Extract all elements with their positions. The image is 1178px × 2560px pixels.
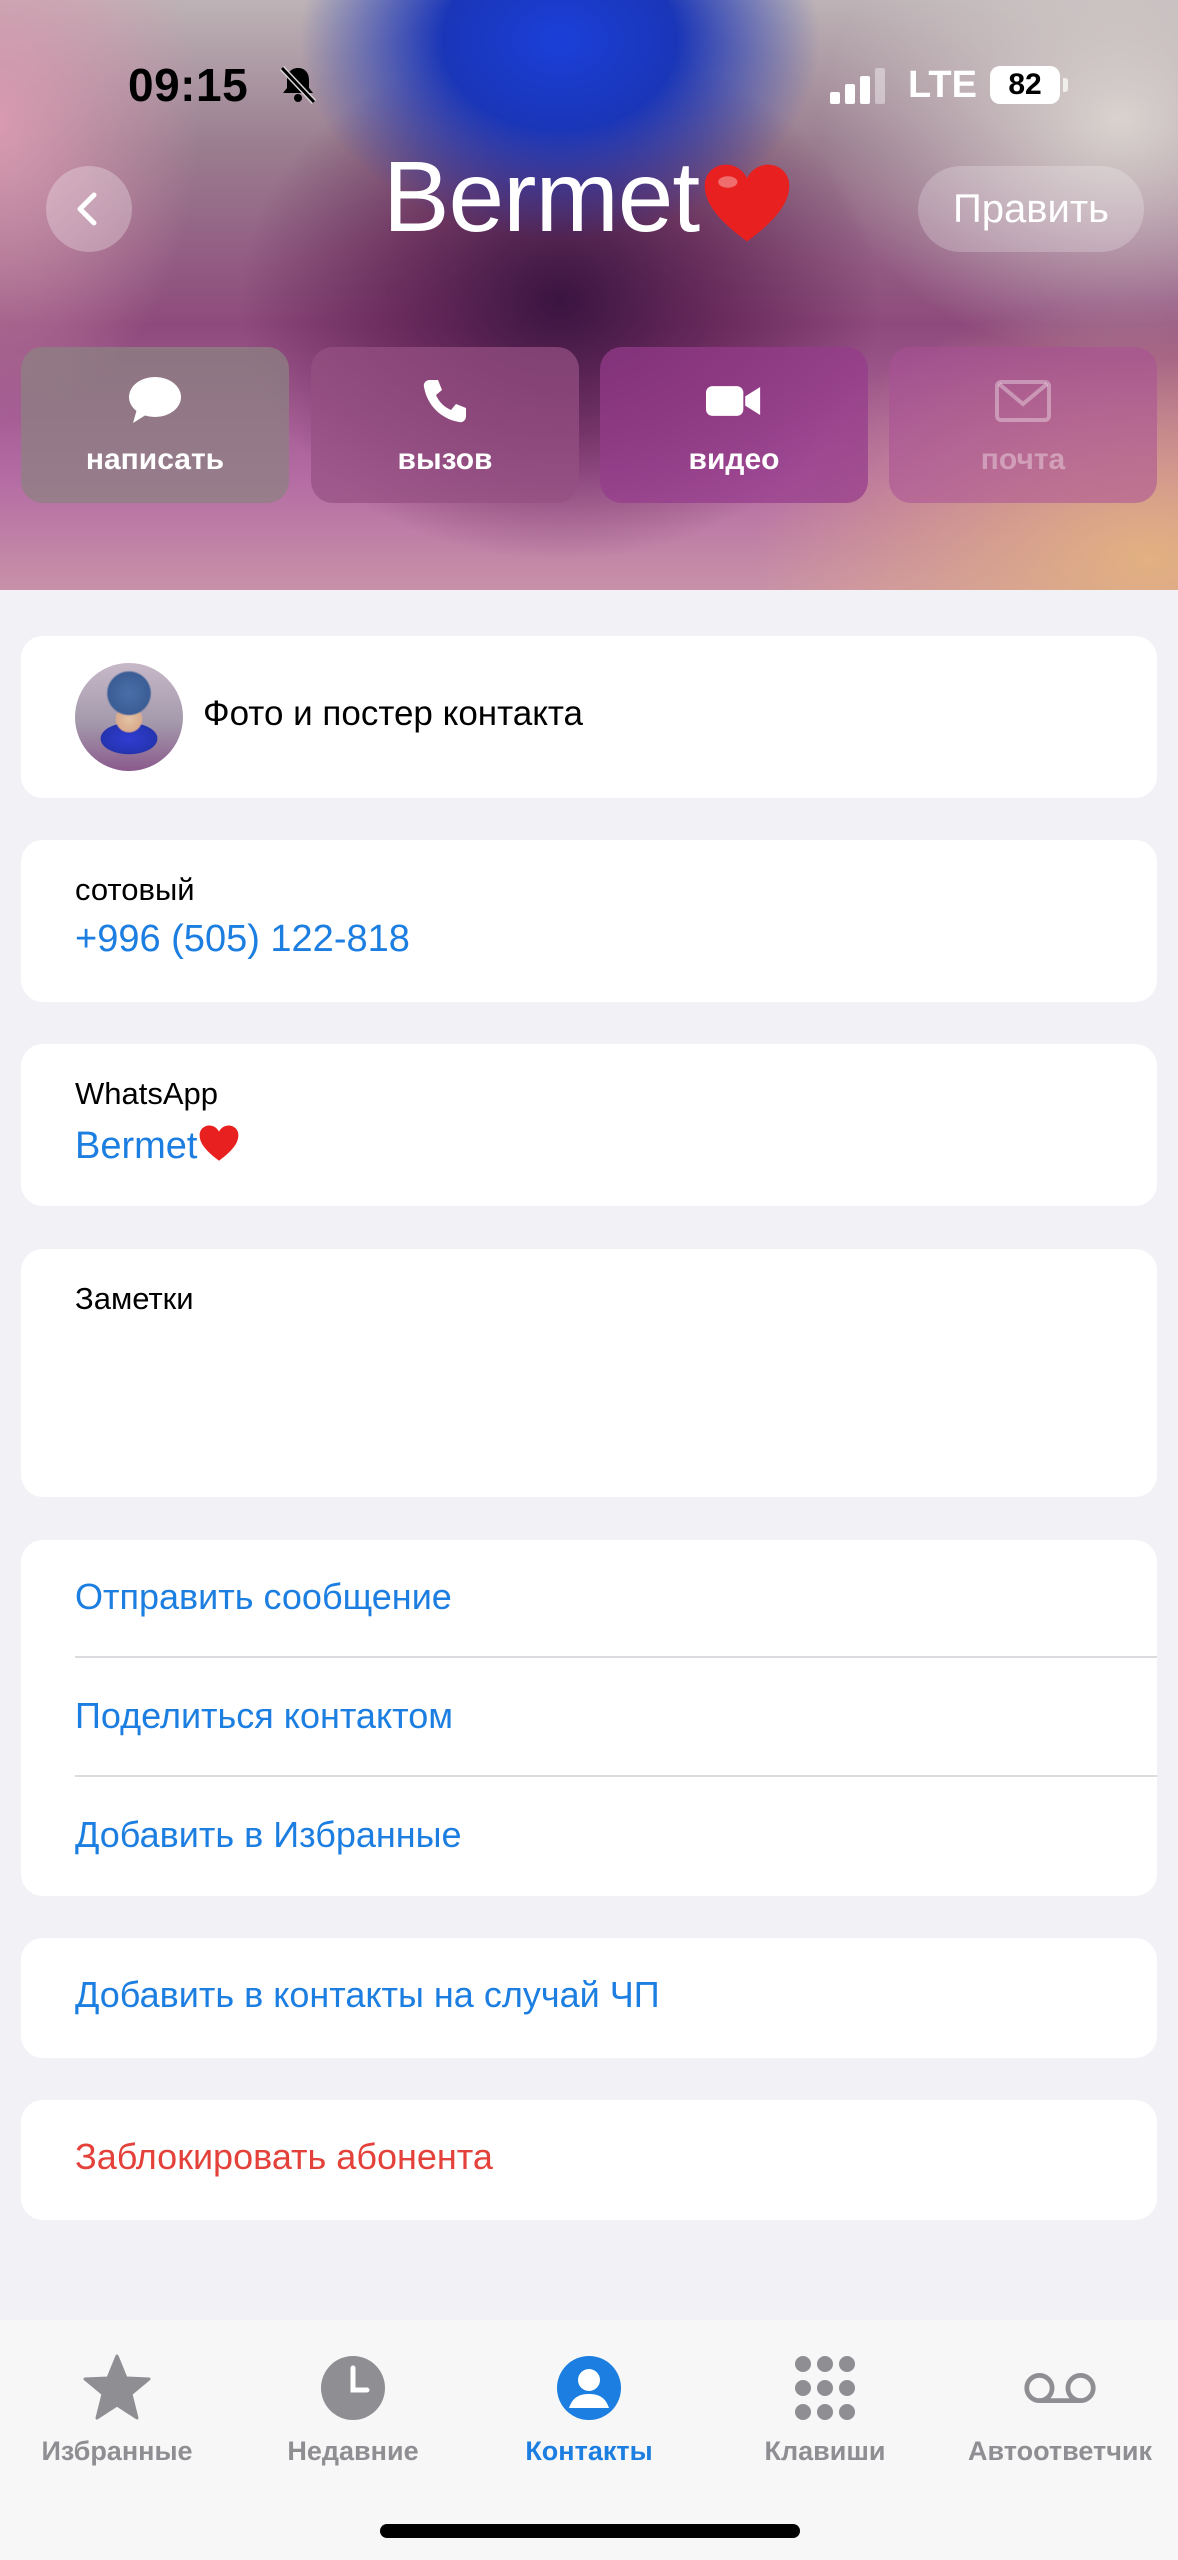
- phone-field[interactable]: сотовый +996 (505) 122-818: [21, 840, 1157, 1002]
- message-action-button[interactable]: написать: [21, 347, 289, 503]
- clock-icon: [321, 2356, 385, 2420]
- call-action-label: вызов: [397, 443, 493, 476]
- tab-favorites-label: Избранные: [41, 2436, 193, 2466]
- voicemail-icon: [1024, 2372, 1096, 2404]
- message-icon: [129, 377, 181, 423]
- share-contact-label: Поделиться контактом: [75, 1695, 453, 1736]
- phone-icon: [423, 380, 466, 423]
- tab-voicemail[interactable]: Автоответчик: [945, 2350, 1175, 2467]
- whatsapp-link[interactable]: Bermet: [75, 1122, 241, 1168]
- network-type: LTE: [908, 64, 977, 106]
- quick-actions: написать вызов видео почта: [21, 347, 1157, 503]
- call-action-button[interactable]: вызов: [311, 347, 579, 503]
- star-icon: [83, 2354, 151, 2420]
- status-time: 09:15: [128, 59, 249, 111]
- mail-action-button[interactable]: почта: [889, 347, 1157, 503]
- keypad-icon: [795, 2356, 855, 2420]
- add-favorites-row[interactable]: Добавить в Избранные: [75, 1778, 1157, 1896]
- person-icon: [557, 2356, 621, 2420]
- bell-off-icon: [279, 65, 317, 105]
- mail-action-label: почта: [980, 443, 1066, 476]
- signal-icon: [830, 68, 885, 104]
- notes-label: Заметки: [75, 1281, 194, 1316]
- tab-favorites[interactable]: Избранные: [2, 2350, 232, 2467]
- tab-contacts[interactable]: Контакты: [474, 2350, 704, 2467]
- battery-cap: [1063, 78, 1068, 92]
- add-emergency-contact-button[interactable]: Добавить в контакты на случай ЧП: [21, 1938, 1157, 2058]
- phone-label: сотовый: [75, 872, 195, 907]
- contact-poster: 09:15 LTE 82 Bermet Править написать выз…: [0, 0, 1178, 590]
- phone-number-link[interactable]: +996 (505) 122-818: [75, 918, 410, 961]
- contact-avatar: [75, 663, 183, 771]
- video-action-button[interactable]: видео: [600, 347, 868, 503]
- block-label: Заблокировать абонента: [75, 2136, 493, 2177]
- add-favorites-label: Добавить в Избранные: [75, 1814, 462, 1855]
- send-message-label: Отправить сообщение: [75, 1576, 452, 1617]
- contact-actions-group: Отправить сообщение Поделиться контактом…: [21, 1540, 1157, 1896]
- edit-button[interactable]: Править: [918, 166, 1144, 252]
- tab-keypad[interactable]: Клавиши: [710, 2350, 940, 2467]
- block-caller-button[interactable]: Заблокировать абонента: [21, 2100, 1157, 2220]
- home-indicator[interactable]: [380, 2524, 800, 2538]
- whatsapp-label: WhatsApp: [75, 1076, 219, 1111]
- notes-field[interactable]: Заметки: [21, 1249, 1157, 1497]
- emergency-label: Добавить в контакты на случай ЧП: [75, 1974, 660, 2015]
- video-icon: [706, 386, 761, 416]
- send-message-row[interactable]: Отправить сообщение: [75, 1540, 1157, 1658]
- battery-indicator: 82: [990, 66, 1060, 104]
- red-heart-icon: [704, 164, 790, 242]
- contact-name-text: Bermet: [382, 141, 700, 253]
- tab-contacts-label: Контакты: [525, 2436, 653, 2466]
- contact-photo-poster-row[interactable]: Фото и постер контакта: [21, 636, 1157, 798]
- tab-voicemail-label: Автоответчик: [967, 2436, 1153, 2466]
- tab-keypad-label: Клавиши: [764, 2436, 886, 2466]
- tab-recents[interactable]: Недавние: [238, 2350, 468, 2467]
- tab-recents-label: Недавние: [287, 2436, 419, 2466]
- share-contact-row[interactable]: Поделиться контактом: [75, 1659, 1157, 1777]
- photo-poster-label: Фото и постер контакта: [203, 694, 584, 733]
- whatsapp-name: Bermet: [75, 1125, 198, 1167]
- message-action-label: написать: [85, 443, 225, 476]
- red-heart-icon: [200, 1125, 239, 1161]
- video-action-label: видео: [688, 443, 780, 476]
- whatsapp-field[interactable]: WhatsApp Bermet: [21, 1044, 1157, 1206]
- mail-icon: [995, 380, 1051, 422]
